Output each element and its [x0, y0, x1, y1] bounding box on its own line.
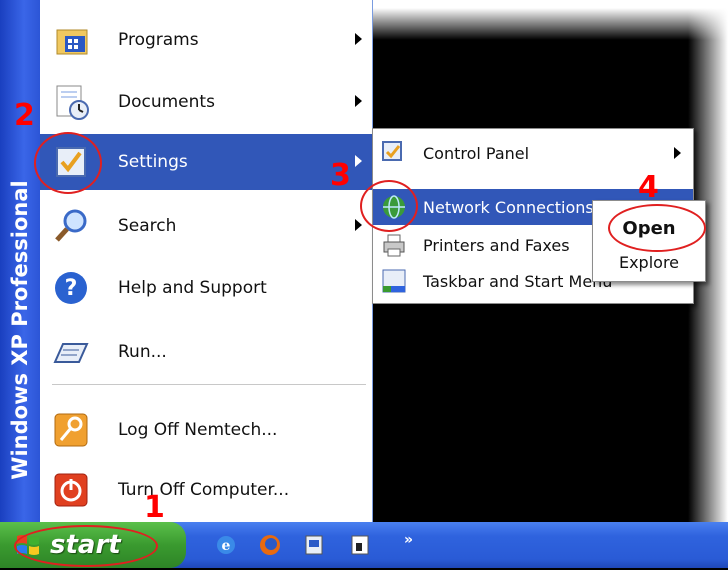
menu-item-label: Help and Support [118, 278, 267, 298]
step-3-circle [360, 180, 418, 232]
help-icon: ? [48, 265, 94, 311]
run-icon [48, 329, 94, 375]
menu-item-search[interactable]: Search [40, 198, 372, 254]
printers-icon [379, 230, 409, 260]
step-2-circle [34, 132, 102, 194]
step-4-circle [608, 204, 706, 252]
menu-separator [52, 384, 366, 385]
quick-launch-overflow[interactable]: » [404, 532, 413, 548]
context-item-explore[interactable]: Explore [593, 247, 705, 279]
submenu-arrow-icon [355, 33, 362, 45]
menu-item-label: Run... [118, 342, 167, 362]
menu-item-log-off[interactable]: Log Off Nemtech... [40, 402, 372, 458]
step-2-number: 2 [14, 98, 35, 133]
power-icon [48, 467, 94, 513]
menu-item-label: Programs [118, 30, 199, 50]
programs-icon [48, 17, 94, 63]
start-menu: Programs Documents Settings Search ? Hel… [40, 0, 373, 522]
command-prompt-icon[interactable] [346, 531, 374, 559]
menu-item-turn-off-computer[interactable]: Turn Off Computer... [40, 462, 372, 518]
svg-text:?: ? [65, 276, 78, 301]
internet-explorer-icon[interactable]: e [212, 531, 240, 559]
menu-item-programs[interactable]: Programs [40, 12, 372, 68]
step-1-circle [14, 525, 158, 567]
search-icon [48, 203, 94, 249]
submenu-arrow-icon [355, 95, 362, 107]
control-panel-icon [379, 138, 409, 168]
step-1-number: 1 [144, 490, 165, 525]
menu-item-label: Documents [118, 92, 215, 112]
firefox-icon[interactable] [256, 531, 284, 559]
menu-item-run[interactable]: Run... [40, 324, 372, 380]
submenu-arrow-icon [355, 155, 362, 167]
sub-item-control-panel[interactable]: Control Panel [373, 135, 693, 171]
submenu-arrow-icon [674, 147, 681, 159]
menu-item-documents[interactable]: Documents [40, 74, 372, 130]
menu-item-label: Search [118, 216, 177, 236]
right-fade [688, 0, 728, 568]
taskbar-icon [379, 266, 409, 296]
step-3-number: 3 [330, 158, 351, 193]
sub-item-label: Printers and Faxes [423, 235, 570, 255]
sub-item-label: Control Panel [423, 143, 530, 163]
submenu-arrow-icon [355, 219, 362, 231]
log-off-icon [48, 407, 94, 453]
svg-text:e: e [222, 538, 231, 554]
menu-item-help-and-support[interactable]: ? Help and Support [40, 260, 372, 316]
media-player-icon[interactable] [300, 531, 328, 559]
step-4-number: 4 [638, 170, 659, 205]
sub-item-label: Taskbar and Start Menu [423, 271, 613, 291]
menu-item-label: Log Off Nemtech... [118, 420, 278, 440]
documents-icon [48, 79, 94, 125]
menu-item-label: Settings [118, 152, 188, 172]
start-menu-banner: Windows XP Professional [0, 0, 40, 522]
sub-item-label: Network Connections [423, 197, 594, 217]
